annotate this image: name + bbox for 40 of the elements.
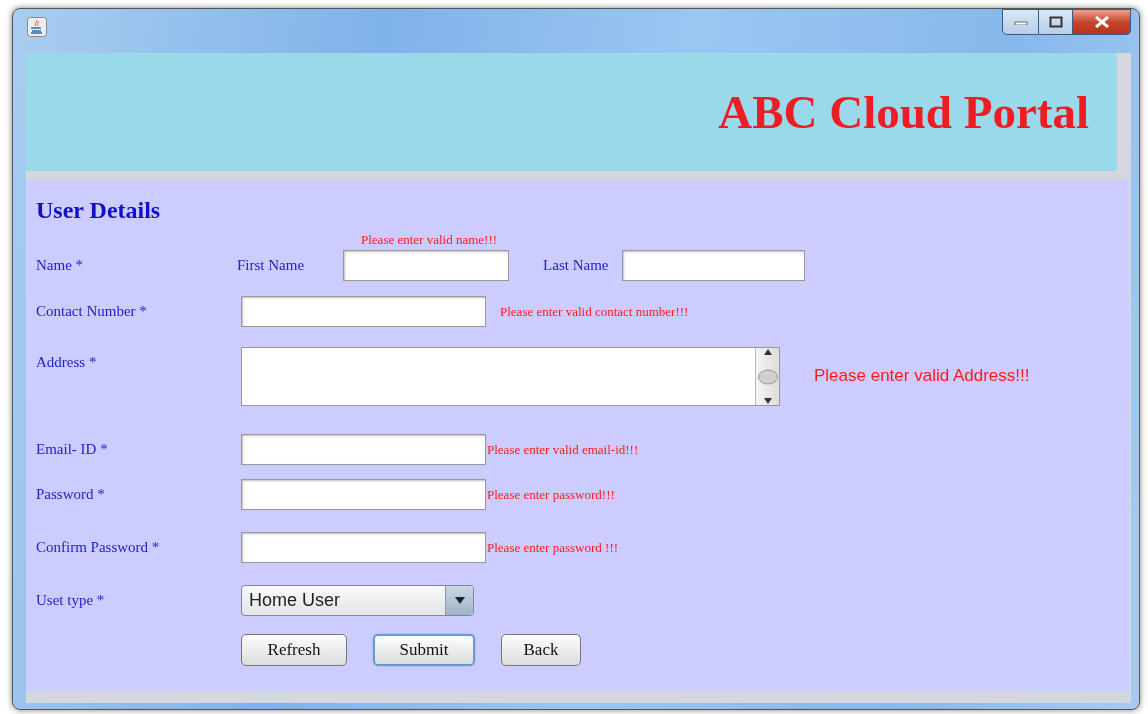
close-button[interactable]: [1073, 9, 1131, 35]
form-button[interactable]: Back: [501, 634, 581, 666]
field-label: Last Name: [543, 256, 609, 276]
password-field[interactable]: [241, 479, 486, 510]
minimize-icon: [1013, 19, 1028, 25]
address-field[interactable]: [241, 347, 780, 406]
error-message: Please enter valid Address!!!: [814, 365, 1030, 387]
error-message: Please enter valid email-id!!!: [487, 440, 639, 459]
field-label: Address *: [36, 353, 98, 372]
first-name-field[interactable]: [343, 250, 510, 281]
field-label: Contact Number *: [36, 302, 148, 322]
minimize-button[interactable]: [1002, 9, 1039, 35]
error-message: Please enter valid name!!!: [361, 232, 498, 247]
error-message: Please enter valid contact number!!!: [500, 302, 689, 321]
error-message: Please enter password !!!: [487, 538, 619, 557]
scroll-up-icon[interactable]: [762, 348, 773, 356]
form-button[interactable]: Refresh: [241, 634, 347, 666]
last-name-field[interactable]: [622, 250, 806, 281]
field-label: Confirm Password *: [36, 538, 161, 558]
portal-title: ABC Cloud Portal: [718, 84, 1089, 140]
field-label: First Name: [237, 256, 305, 276]
text-field[interactable]: [241, 296, 486, 327]
field-label: Email- ID *: [36, 440, 109, 460]
field-label: Password *: [36, 485, 106, 505]
scroll-down-icon[interactable]: [762, 397, 773, 405]
close-icon: [1093, 16, 1110, 28]
scroll-thumb[interactable]: [757, 368, 778, 385]
text-field[interactable]: [241, 434, 486, 465]
error-message: Please enter password!!!: [487, 485, 615, 504]
field-label: Name *: [36, 256, 85, 276]
user-type-dropdown[interactable]: Home User: [241, 585, 474, 616]
app-icon: [27, 17, 47, 37]
section-heading: User Details: [36, 196, 162, 225]
password-field[interactable]: [241, 532, 486, 563]
maximize-button[interactable]: [1039, 9, 1073, 35]
field-label: Uset type *: [36, 591, 106, 611]
dropdown-arrow-icon: [453, 596, 466, 605]
maximize-icon: [1048, 16, 1063, 28]
form-button[interactable]: Submit: [373, 634, 475, 666]
scrollbar[interactable]: [755, 348, 779, 405]
